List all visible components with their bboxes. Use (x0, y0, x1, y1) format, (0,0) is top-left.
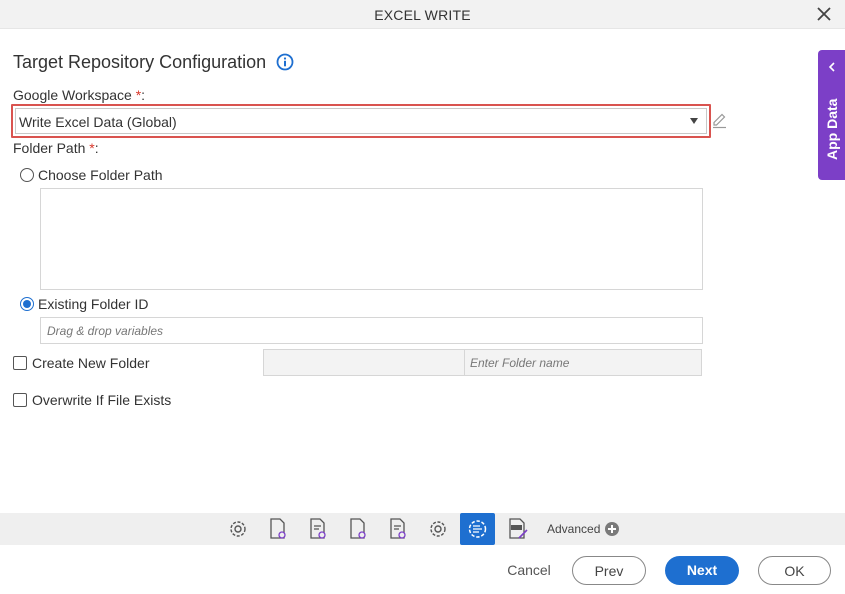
document-settings-icon[interactable] (345, 516, 371, 542)
title-bar: EXCEL WRITE (0, 0, 845, 29)
settings-icon[interactable] (225, 516, 251, 542)
xls-edit-icon[interactable] (505, 516, 531, 542)
google-workspace-label: Google Workspace *: (13, 87, 145, 103)
app-data-text: App Data (824, 98, 840, 160)
google-workspace-select[interactable]: Write Excel Data (Global) (15, 108, 707, 134)
folder-path-label-text: Folder Path (13, 140, 86, 156)
next-button[interactable]: Next (665, 556, 739, 585)
active-settings-icon[interactable] (460, 513, 495, 545)
section-title: Target Repository Configuration (13, 52, 267, 72)
overwrite-label[interactable]: Overwrite If File Exists (32, 392, 171, 408)
folder-path-label: Folder Path *: (13, 140, 99, 156)
prev-button[interactable]: Prev (572, 556, 646, 585)
existing-folder-id-radio[interactable] (20, 297, 34, 311)
google-workspace-highlight: Write Excel Data (Global) (11, 104, 711, 138)
app-data-tab[interactable]: App Data (818, 50, 845, 180)
list-settings-icon[interactable] (305, 516, 331, 542)
document-settings-icon[interactable] (265, 516, 291, 542)
folder-name-input[interactable]: Enter Folder name (464, 349, 702, 376)
dropdown-caret-icon (690, 118, 698, 124)
ok-button[interactable]: OK (758, 556, 831, 585)
settings-icon[interactable] (425, 516, 451, 542)
choose-folder-path-label[interactable]: Choose Folder Path (38, 167, 163, 183)
plus-circle-icon[interactable] (605, 522, 619, 536)
app-data-label: App Data (824, 98, 840, 160)
close-icon[interactable] (815, 5, 833, 23)
google-workspace-selected-value: Write Excel Data (Global) (19, 114, 177, 130)
window-title: EXCEL WRITE (374, 7, 471, 23)
step-toolbar: Advanced (0, 513, 845, 545)
cancel-button[interactable]: Cancel (499, 556, 559, 585)
folder-name-prefix-field (263, 349, 465, 376)
label-colon: : (141, 87, 146, 103)
list-settings-icon[interactable] (385, 516, 411, 542)
overwrite-checkbox[interactable] (13, 393, 27, 407)
create-new-folder-checkbox[interactable] (13, 356, 27, 370)
info-icon[interactable] (276, 53, 294, 71)
folder-path-textarea[interactable] (40, 188, 703, 290)
create-new-folder-label[interactable]: Create New Folder (32, 355, 150, 371)
existing-folder-id-label[interactable]: Existing Folder ID (38, 296, 148, 312)
advanced-label[interactable]: Advanced (547, 522, 600, 536)
pencil-edit-icon[interactable] (711, 112, 728, 129)
chevron-left-icon (828, 62, 835, 72)
existing-folder-id-input[interactable]: Drag & drop variables (40, 317, 703, 344)
choose-folder-path-radio[interactable] (20, 168, 34, 182)
google-workspace-label-text: Google Workspace (13, 87, 132, 103)
label-colon: : (94, 140, 99, 156)
